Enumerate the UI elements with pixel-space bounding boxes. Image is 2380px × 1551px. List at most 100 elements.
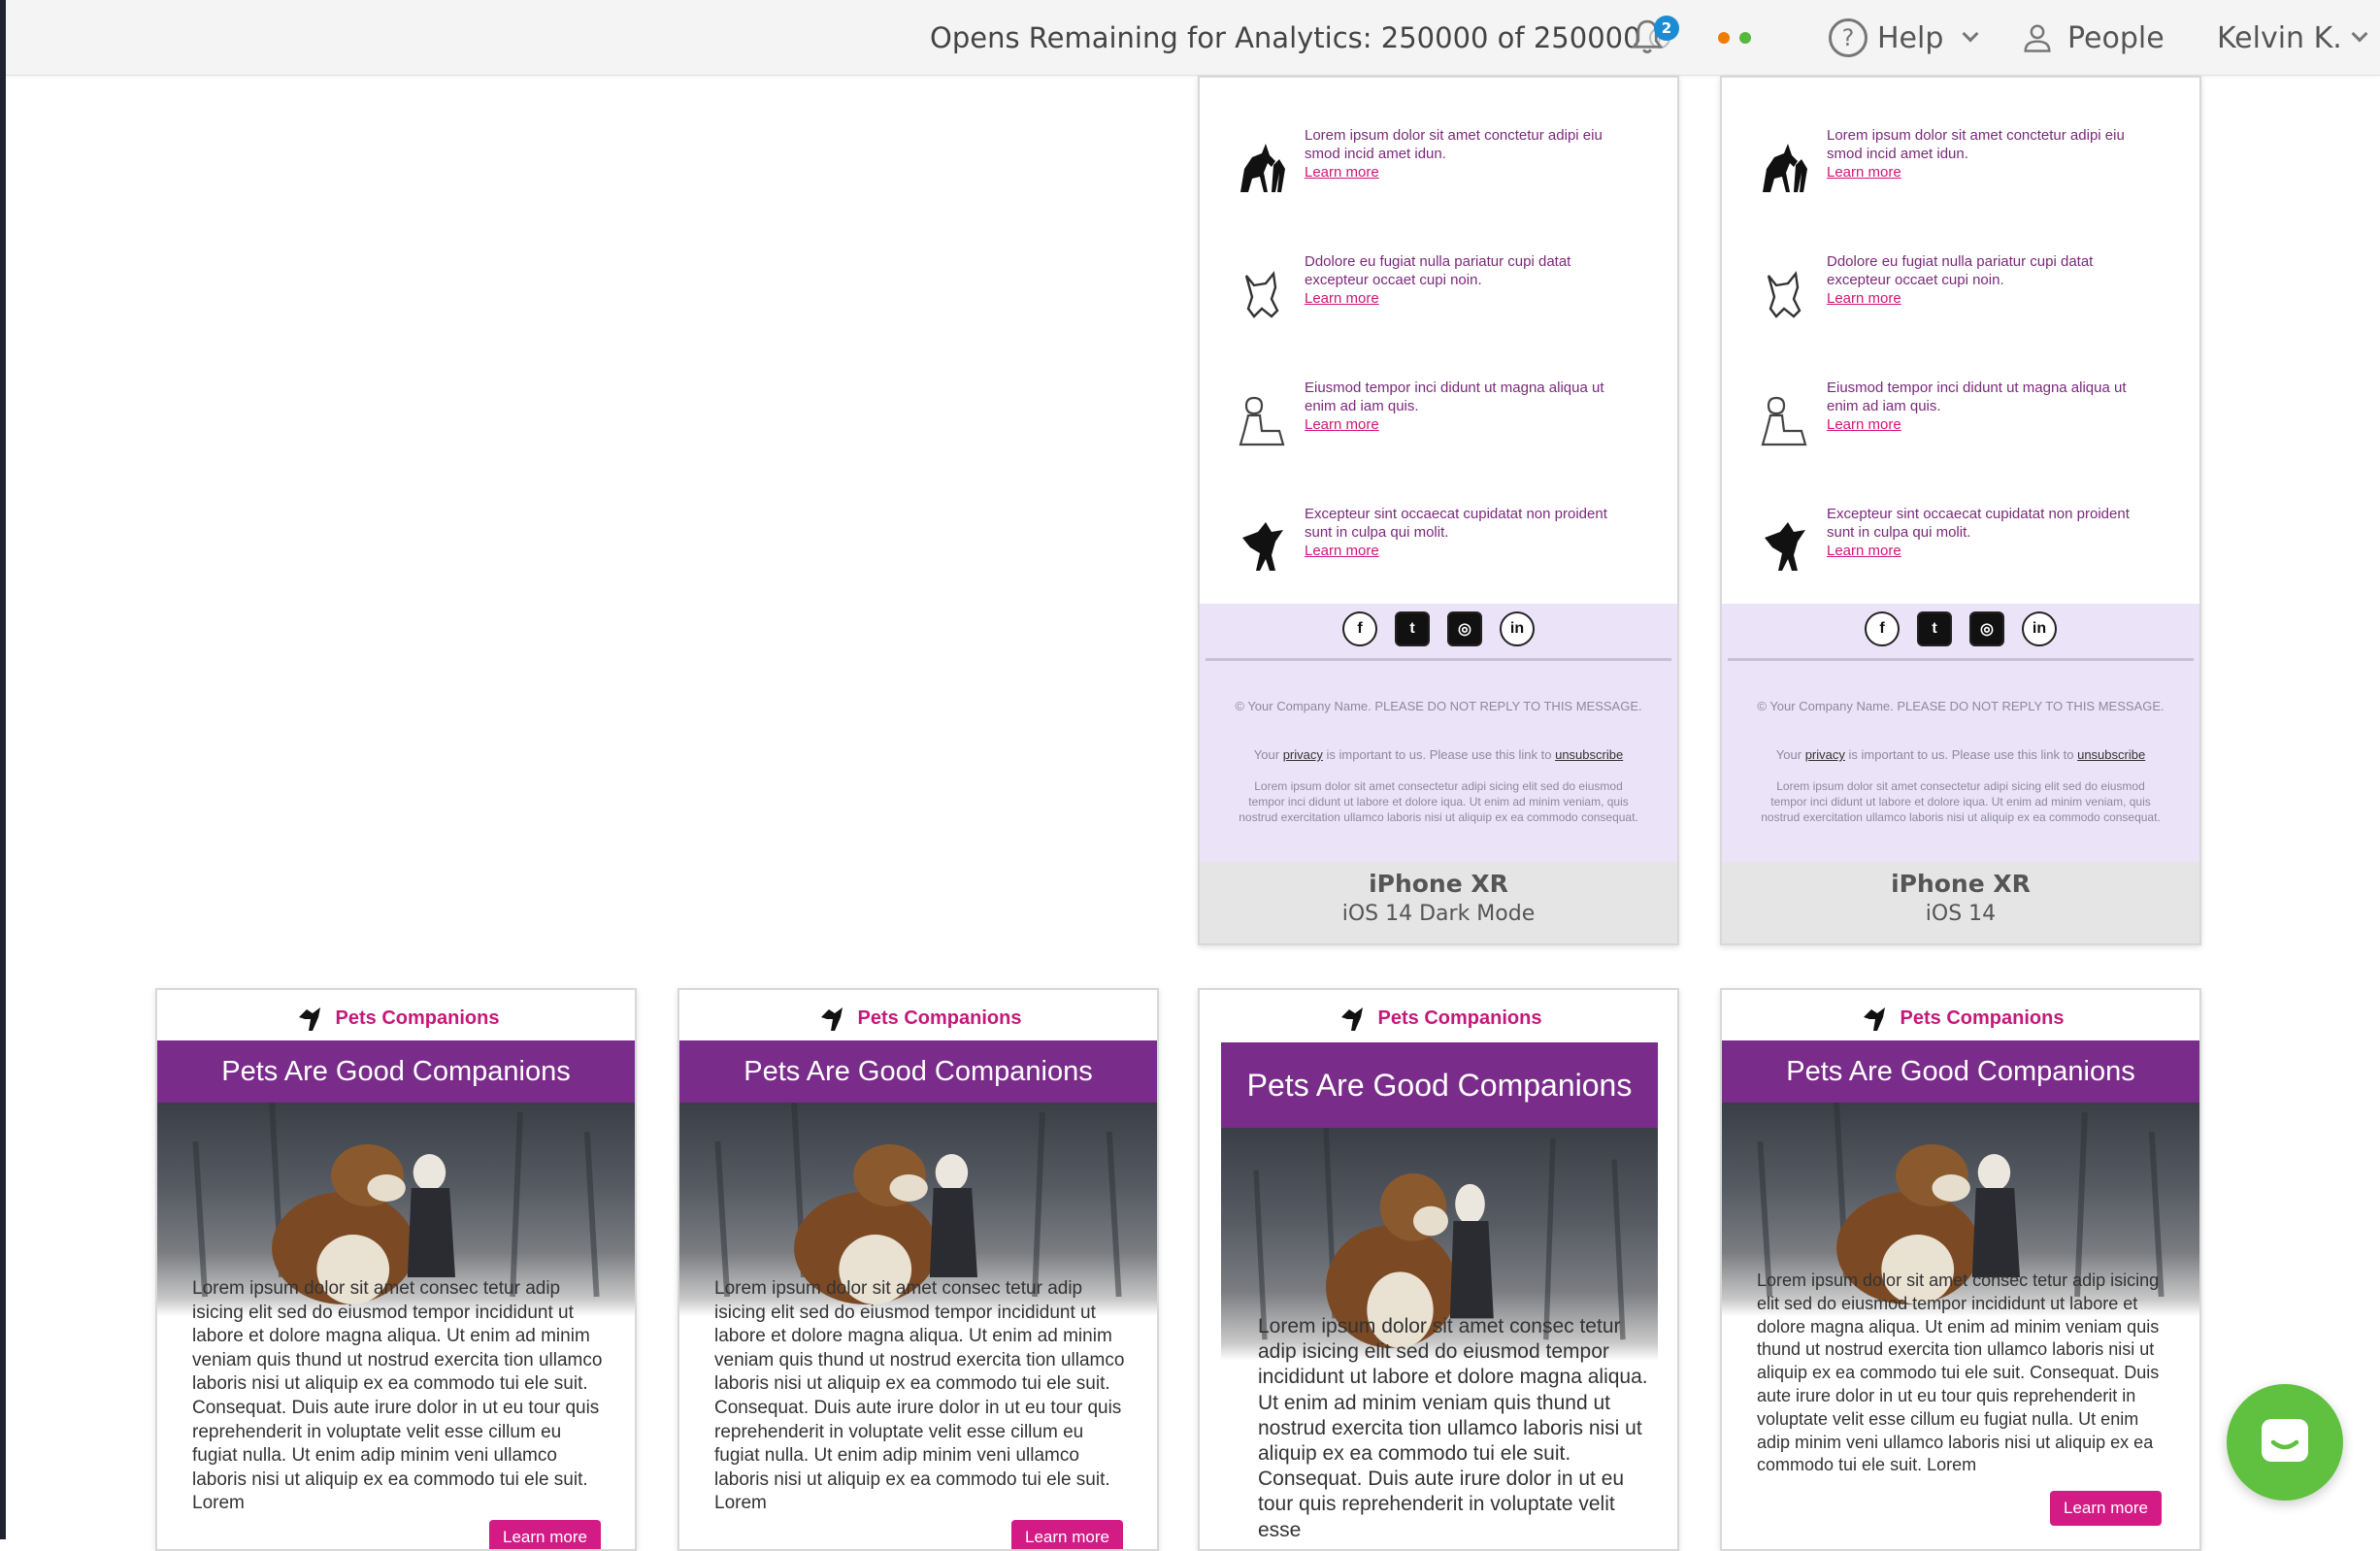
feature-row: Eiusmod tempor inci didunt ut magna aliq… xyxy=(1200,379,1677,505)
learn-more-link[interactable]: Learn more xyxy=(1305,289,1635,308)
fine-print: Lorem ipsum dolor sit amet consectetur a… xyxy=(1761,779,2161,824)
feature-description: Excepteur sint occaecat cupidatat non pr… xyxy=(1305,506,1607,541)
cat-icon xyxy=(1244,271,1279,318)
opens-remaining: Opens Remaining for Analytics: 250000 of… xyxy=(930,0,1670,76)
brand-header: Pets Companions xyxy=(157,1004,635,1033)
feature-row: Ddolore eu fugiat nulla pariatur cupi da… xyxy=(1722,252,2199,379)
feature-description: Ddolore eu fugiat nulla pariatur cupi da… xyxy=(1305,253,1571,288)
learn-more-link[interactable]: Learn more xyxy=(1827,542,2157,560)
status-dots[interactable] xyxy=(1718,0,1751,76)
feature-description: Eiusmod tempor inci didunt ut magna aliq… xyxy=(1827,380,2127,414)
learn-more-link[interactable]: Learn more xyxy=(1305,163,1635,182)
preview-card-iphone-xr-dark[interactable]: Lorem ipsum dolor sit amet conctetur adi… xyxy=(1198,76,1679,945)
pets-logo-icon xyxy=(298,1007,320,1031)
feature-row: Eiusmod tempor inci didunt ut magna aliq… xyxy=(1722,379,2199,505)
feature-text: Ddolore eu fugiat nulla pariatur cupi da… xyxy=(1305,252,1635,308)
pets-logo-icon xyxy=(1340,1007,1363,1031)
brand-name: Pets Companions xyxy=(1377,1006,1542,1029)
brand-header: Pets Companions xyxy=(679,1004,1157,1033)
feature-row: Lorem ipsum dolor sit amet conctetur adi… xyxy=(1200,126,1677,252)
email-footer: f t ◎ in © Your Company Name. PLEASE DO NOT … xyxy=(1722,604,2199,864)
preview-card[interactable]: Pets Companions Pets Are Good Companions L… xyxy=(1720,988,2201,1551)
body-text: Lorem ipsum dolor sit amet consec tetur … xyxy=(1757,1270,2160,1475)
pets-logo-icon xyxy=(820,1007,843,1031)
feature-description: Lorem ipsum dolor sit amet conctetur adi… xyxy=(1827,127,2125,162)
horse-rider-icon xyxy=(1763,144,1807,192)
preview-card-iphone-xr[interactable]: Lorem ipsum dolor sit amet conctetur adi… xyxy=(1720,76,2201,945)
privacy-line: Your privacy is important to us. Please … xyxy=(1757,747,2165,762)
person-icon xyxy=(2024,24,2051,52)
status-dot-orange xyxy=(1718,32,1730,44)
pets-logo-icon xyxy=(1863,1007,1885,1031)
help-menu[interactable]: ? Help xyxy=(1829,0,1979,76)
preview-card[interactable]: Pets Companions Pets Are Good Companions L… xyxy=(678,988,1159,1551)
fine-print: Lorem ipsum dolor sit amet consectetur a… xyxy=(1239,779,1638,824)
brand-name: Pets Companions xyxy=(857,1006,1022,1029)
feature-text: Lorem ipsum dolor sit amet conctetur adi… xyxy=(1305,126,1635,182)
learn-more-button[interactable]: Learn more xyxy=(2050,1491,2162,1526)
person-dog-icon xyxy=(1239,396,1285,446)
learn-more-link[interactable]: Learn more xyxy=(1305,415,1635,434)
linkedin-icon[interactable]: in xyxy=(1500,611,1535,646)
bird-icon xyxy=(1765,522,1805,571)
learn-more-link[interactable]: Learn more xyxy=(1827,289,2157,308)
device-name: iPhone XR xyxy=(1891,870,2031,898)
twitter-icon[interactable]: t xyxy=(1395,611,1430,646)
headline-banner: Pets Are Good Companions xyxy=(679,1040,1157,1103)
social-links: f t ◎ in xyxy=(1200,611,1677,646)
unsubscribe-link[interactable]: unsubscribe xyxy=(2077,747,2145,762)
preview-card[interactable]: Pets Companions Pets Are Good Companions L… xyxy=(155,988,637,1551)
people-menu[interactable]: People xyxy=(2023,0,2165,76)
window-edge xyxy=(0,0,6,1539)
preview-card[interactable]: Pets Companions Pets Are Good Companions L… xyxy=(1198,988,1679,1551)
learn-more-button[interactable]: Learn more xyxy=(1011,1520,1123,1549)
headline-banner: Pets Are Good Companions xyxy=(157,1040,635,1103)
feature-text: Excepteur sint occaecat cupidatat non pr… xyxy=(1305,505,1635,560)
horse-rider-icon xyxy=(1240,144,1285,192)
social-links: f t ◎ in xyxy=(1722,611,2199,646)
feature-text: Lorem ipsum dolor sit amet conctetur adi… xyxy=(1827,126,2157,182)
privacy-prefix: Your xyxy=(1253,747,1280,762)
facebook-icon[interactable]: f xyxy=(1342,611,1377,646)
headline-banner: Pets Are Good Companions xyxy=(1722,1040,2199,1103)
facebook-icon[interactable]: f xyxy=(1865,611,1900,646)
device-name: iPhone XR xyxy=(1369,870,1508,898)
chat-widget-button[interactable] xyxy=(2227,1384,2343,1501)
opens-remaining-text: Opens Remaining for Analytics: 250000 of… xyxy=(930,21,1641,54)
privacy-link[interactable]: privacy xyxy=(1805,747,1845,762)
bird-icon xyxy=(1242,522,1283,571)
unsubscribe-link[interactable]: unsubscribe xyxy=(1555,747,1623,762)
privacy-middle: is important to us. Please use this link… xyxy=(1326,747,1552,762)
twitter-icon[interactable]: t xyxy=(1917,611,1952,646)
notifications-button[interactable]: 2 xyxy=(1629,0,1679,76)
user-name: Kelvin K. xyxy=(2217,20,2342,55)
chevron-down-icon xyxy=(1962,25,1979,43)
chevron-down-icon xyxy=(2351,25,2368,43)
email-footer: f t ◎ in © Your Company Name. PLEASE DO NOT … xyxy=(1200,604,1677,864)
privacy-line: Your privacy is important to us. Please … xyxy=(1235,747,1642,762)
linkedin-icon[interactable]: in xyxy=(2022,611,2057,646)
divider xyxy=(1728,658,2194,661)
feature-description: Excepteur sint occaecat cupidatat non pr… xyxy=(1827,506,2130,541)
instagram-icon[interactable]: ◎ xyxy=(1969,611,2004,646)
privacy-link[interactable]: privacy xyxy=(1283,747,1323,762)
feature-text: Eiusmod tempor inci didunt ut magna aliq… xyxy=(1827,379,2157,434)
copyright-text: © Your Company Name. PLEASE DO NOT REPLY… xyxy=(1757,699,2165,713)
body-text: Lorem ipsum dolor sit amet consec tetur … xyxy=(192,1278,603,1514)
privacy-middle: is important to us. Please use this link… xyxy=(1848,747,2074,762)
learn-more-link[interactable]: Learn more xyxy=(1827,415,2157,434)
instagram-icon[interactable]: ◎ xyxy=(1447,611,1482,646)
divider xyxy=(1206,658,1671,661)
user-menu[interactable]: Kelvin K. xyxy=(2217,0,2368,76)
headline-banner: Pets Are Good Companions xyxy=(1221,1042,1658,1128)
notification-badge: 2 xyxy=(1654,16,1679,41)
learn-more-button[interactable]: Learn more xyxy=(489,1520,601,1549)
chat-icon xyxy=(2262,1419,2308,1462)
cat-icon xyxy=(1767,271,1802,318)
help-label: Help xyxy=(1877,20,1944,55)
body-text: Lorem ipsum dolor sit amet consec tetur … xyxy=(1258,1315,1648,1541)
learn-more-link[interactable]: Learn more xyxy=(1827,163,2157,182)
people-label: People xyxy=(2067,20,2165,55)
body-text: Lorem ipsum dolor sit amet consec tetur … xyxy=(714,1278,1125,1514)
learn-more-link[interactable]: Learn more xyxy=(1305,542,1635,560)
